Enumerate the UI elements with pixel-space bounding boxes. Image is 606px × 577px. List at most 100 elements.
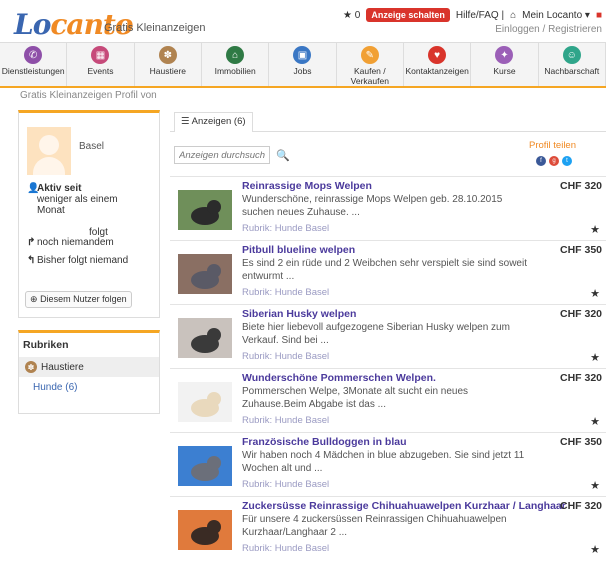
listings: Reinrassige Mops Welpen CHF 320 Wunderschö…: [170, 176, 606, 560]
top-bar: Locanto Gratis Kleinanzeigen ★ 0 Anzeige…: [0, 0, 606, 42]
follows-value: noch niemandem: [37, 237, 114, 248]
my-locanto-menu[interactable]: Mein Locanto ▾: [522, 10, 590, 21]
category-nav: ✆ Dienstleistungen ▦ Events ✽ Haustiere ⌂ Immob…: [0, 42, 606, 88]
nav-item-6[interactable]: ♥ Kontaktanzeigen: [404, 43, 472, 86]
home-icon[interactable]: ⌂: [510, 10, 516, 21]
listing-item[interactable]: Wunderschöne Pommerschen Welpen. CHF 320 P…: [170, 368, 606, 432]
auth-links[interactable]: Einloggen / Registrieren: [495, 24, 602, 35]
main-column: ☰ Anzeigen (6) 🔍 Profil teilen fgt Reinr…: [170, 110, 606, 560]
nav-item-5[interactable]: ✎ Kaufen / Verkaufen: [337, 43, 404, 86]
star-icon[interactable]: ★: [590, 351, 600, 364]
follows-stat: ↱ noch niemandem: [27, 237, 114, 248]
listing-rubrik[interactable]: Rubrik: Hunde Basel: [242, 543, 329, 554]
post-ad-button[interactable]: Anzeige schalten: [366, 8, 450, 22]
listing-thumbnail[interactable]: [178, 382, 232, 422]
listing-rubrik[interactable]: Rubrik: Hunde Basel: [242, 287, 329, 298]
facebook-icon[interactable]: f: [536, 156, 546, 166]
nav-item-label: Haustiere: [149, 66, 187, 76]
follow-user-button[interactable]: ⊕ Diesem Nutzer folgen: [25, 291, 132, 308]
briefcase-icon: ▣: [293, 46, 312, 64]
heart-icon: ♥: [428, 46, 447, 64]
nav-item-0[interactable]: ✆ Dienstleistungen: [0, 43, 68, 86]
profile-box: Basel 👤Aktiv seit weniger als einem Mona…: [18, 110, 160, 318]
share-profile-label: Profil teilen: [529, 140, 576, 151]
listing-rubrik[interactable]: Rubrik: Hunde Basel: [242, 415, 329, 426]
nav-item-label: Dienstleistungen: [1, 66, 65, 76]
listing-thumbnail[interactable]: [178, 318, 232, 358]
listing-thumbnail[interactable]: [178, 254, 232, 294]
listing-thumbnail[interactable]: [178, 446, 232, 486]
star-icon[interactable]: ★: [590, 479, 600, 492]
listing-item[interactable]: Reinrassige Mops Welpen CHF 320 Wunderschö…: [170, 176, 606, 240]
house-icon: ⌂: [226, 46, 245, 64]
followers-stat: ↰ Bisher folgt niemand: [27, 255, 128, 266]
breadcrumb[interactable]: Gratis Kleinanzeigen Profil von: [20, 90, 157, 101]
tag-icon: ✎: [360, 46, 379, 64]
listing-rubrik[interactable]: Rubrik: Hunde Basel: [242, 479, 329, 490]
followers-value: Bisher folgt niemand: [37, 255, 129, 266]
arrow-back-icon: ↰: [27, 255, 36, 266]
search-icon[interactable]: 🔍: [274, 146, 292, 164]
nav-item-label: Events: [87, 66, 114, 76]
listing-description: Biete hier liebevoll aufgezogene Siberia…: [242, 322, 510, 346]
nav-item-label: Kontaktanzeigen: [405, 66, 469, 76]
listing-title[interactable]: Französische Bulldoggen in blau: [242, 436, 407, 448]
listing-title[interactable]: Pitbull blueline welpen: [242, 244, 355, 256]
listing-description: Es sind 2 ein rüde und 2 Weibchen sehr v…: [242, 258, 527, 282]
nav-item-1[interactable]: ▦ Events: [67, 43, 135, 86]
rubric-sub-dogs[interactable]: Hunde (6): [19, 377, 159, 398]
flag-icon[interactable]: ■: [596, 10, 602, 21]
listing-title[interactable]: Zuckersüsse Reinrassige Chihuahuawelpen …: [242, 500, 566, 512]
social-buttons: fgt: [536, 156, 572, 166]
listing-thumbnail[interactable]: [178, 190, 232, 230]
listing-item[interactable]: Siberian Husky welpen CHF 320 Biete hier l…: [170, 304, 606, 368]
listing-item[interactable]: Französische Bulldoggen in blau CHF 350 Wi…: [170, 432, 606, 496]
nav-item-4[interactable]: ▣ Jobs: [269, 43, 337, 86]
dog-photo-icon: [191, 456, 221, 481]
listing-item[interactable]: Zuckersüsse Reinrassige Chihuahuawelpen …: [170, 496, 606, 560]
profile-city: Basel: [79, 141, 105, 152]
top-right-links: ★ 0 Anzeige schalten Hilfe/FAQ | ⌂ Mein …: [343, 8, 602, 22]
rubrics-box: Rubriken ✽ Haustiere Hunde (6): [18, 330, 160, 414]
help-link[interactable]: Hilfe/FAQ |: [456, 10, 504, 21]
follow-button-label: Diesem Nutzer folgen: [40, 294, 127, 304]
google-plus-icon[interactable]: g: [549, 156, 559, 166]
star-icon[interactable]: ★: [590, 543, 600, 556]
nav-item-label: Nachbarschaft: [544, 66, 600, 76]
favorites-counter[interactable]: ★ 0: [343, 10, 360, 21]
listing-description: Für unsere 4 zuckersüssen Reinrassigen C…: [242, 514, 507, 538]
listing-item[interactable]: Pitbull blueline welpen CHF 350 Es sind 2 …: [170, 240, 606, 304]
ads-search-input[interactable]: [174, 146, 270, 164]
listing-title[interactable]: Reinrassige Mops Welpen: [242, 180, 372, 192]
nav-item-8[interactable]: ☺ Nachbarschaft: [539, 43, 606, 86]
twitter-icon[interactable]: t: [562, 156, 572, 166]
paw-icon: ✽: [25, 361, 37, 373]
star-icon[interactable]: ★: [590, 223, 600, 236]
tab-ads[interactable]: ☰ Anzeigen (6): [174, 112, 253, 132]
dog-photo-icon: [191, 520, 221, 545]
active-since: 👤Aktiv seit weniger als einem Monat: [27, 183, 147, 216]
listing-thumbnail[interactable]: [178, 510, 232, 550]
star-icon[interactable]: ★: [590, 287, 600, 300]
people-icon: ☺: [562, 46, 581, 64]
rubrics-title: Rubriken: [23, 339, 69, 351]
nav-item-2[interactable]: ✽ Haustiere: [135, 43, 202, 86]
avatar: [27, 127, 71, 175]
nav-item-label: Jobs: [293, 66, 312, 76]
paw-icon: ✽: [158, 46, 177, 64]
nav-item-3[interactable]: ⌂ Immobilien: [202, 43, 270, 86]
listing-rubrik[interactable]: Rubrik: Hunde Basel: [242, 351, 329, 362]
star-icon[interactable]: ★: [590, 415, 600, 428]
listing-price: CHF 350: [559, 244, 602, 256]
dog-photo-icon: [191, 328, 221, 353]
dog-photo-icon: [191, 264, 221, 289]
tab-ads-label: Anzeigen (6): [191, 116, 246, 127]
listing-title[interactable]: Siberian Husky welpen: [242, 308, 356, 320]
nav-item-7[interactable]: ✦ Kurse: [471, 43, 539, 86]
listing-rubrik[interactable]: Rubrik: Hunde Basel: [242, 223, 329, 234]
active-label: Aktiv seit: [37, 183, 82, 194]
listing-title[interactable]: Wunderschöne Pommerschen Welpen.: [242, 372, 436, 384]
phone-icon: ✆: [24, 46, 43, 64]
rubric-category-pets[interactable]: ✽ Haustiere: [19, 357, 159, 377]
listing-description: Wunderschöne, reinrassige Mops Welpen ge…: [242, 194, 503, 218]
